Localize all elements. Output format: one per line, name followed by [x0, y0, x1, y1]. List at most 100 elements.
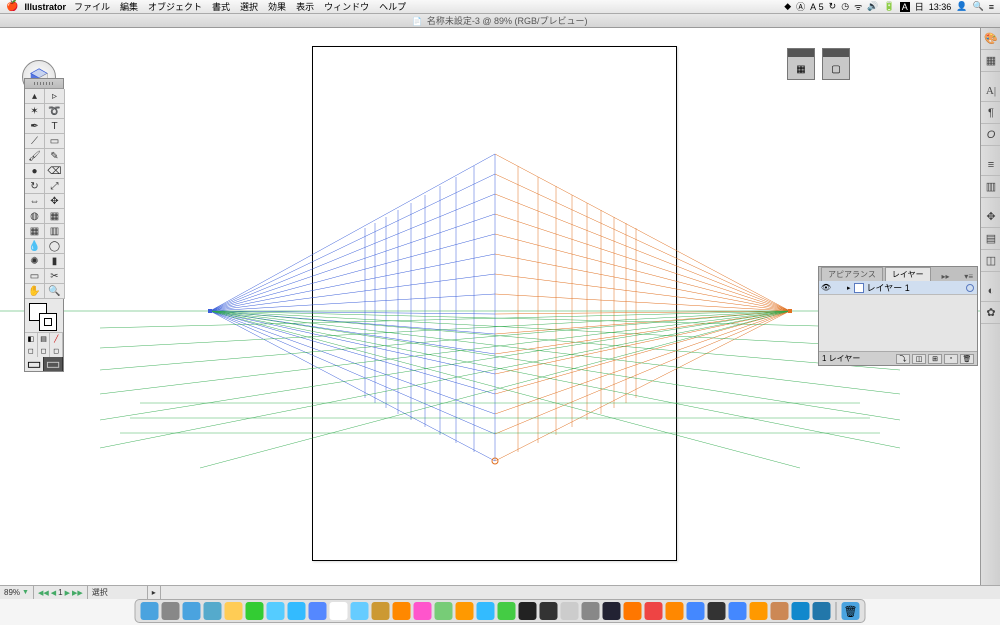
symbols-panel-icon[interactable]: ✿: [981, 302, 1000, 324]
transparency-panel-icon[interactable]: ◐: [981, 280, 1000, 302]
tool-free-transform[interactable]: ✥: [45, 194, 65, 209]
dock-mail[interactable]: [204, 602, 222, 620]
tool-direct-selection[interactable]: ▹: [45, 89, 65, 104]
dock-messages[interactable]: [477, 602, 495, 620]
dock-settings[interactable]: [582, 602, 600, 620]
panel-menu-icon[interactable]: ▾≡: [960, 272, 977, 281]
menu-object[interactable]: オブジェクト: [148, 0, 202, 13]
dock-calendar[interactable]: [330, 602, 348, 620]
clock-icon[interactable]: ◷: [841, 1, 849, 12]
dock-steam[interactable]: [603, 602, 621, 620]
tool-magic-wand[interactable]: ✶: [25, 104, 45, 119]
dock-vlc[interactable]: [624, 602, 642, 620]
tool-rectangle[interactable]: ▭: [45, 134, 65, 149]
dock-twitter[interactable]: [267, 602, 285, 620]
dock-firefox[interactable]: [666, 602, 684, 620]
visibility-icon[interactable]: 👁: [821, 283, 831, 293]
tool-selection[interactable]: ▴: [25, 89, 45, 104]
dock-photoshop[interactable]: [771, 602, 789, 620]
dock-chrome[interactable]: [645, 602, 663, 620]
artboard-nav[interactable]: ◀◀◀ 1 ▶▶▶: [34, 586, 88, 599]
screen-mode-normal-icon[interactable]: ▭: [25, 357, 44, 371]
color-mode-icon[interactable]: ◧: [25, 333, 38, 345]
status-menu-icon[interactable]: ▸: [148, 586, 161, 599]
fill-stroke-swatch[interactable]: [25, 299, 63, 333]
battery-icon[interactable]: 🔋: [884, 1, 895, 12]
screen-mode-full-icon[interactable]: ▭: [44, 357, 63, 371]
gradient-panel-icon[interactable]: ▥: [981, 176, 1000, 198]
dock-finder[interactable]: [141, 602, 159, 620]
pathfinder-panel-icon[interactable]: ◫: [981, 250, 1000, 272]
text-input-icon[interactable]: A: [900, 2, 910, 12]
stroke-panel-icon[interactable]: ≡: [981, 154, 1000, 176]
menu-view[interactable]: 表示: [296, 0, 314, 13]
panel-collapsed-2[interactable]: ▢: [822, 48, 850, 80]
stroke-swatch[interactable]: [39, 313, 57, 331]
character-panel-icon[interactable]: A|: [981, 80, 1000, 102]
tool-slice[interactable]: ✂: [45, 269, 65, 284]
menu-select[interactable]: 選択: [240, 0, 258, 13]
tool-mesh[interactable]: ▦: [25, 224, 45, 239]
user-icon[interactable]: 👤: [956, 1, 967, 12]
layer-disclosure-icon[interactable]: ▸: [847, 284, 851, 292]
tool-artboard[interactable]: ▭: [25, 269, 45, 284]
dock-launchpad[interactable]: [162, 602, 180, 620]
gradient-mode-icon[interactable]: ▤: [38, 333, 51, 345]
menu-edit[interactable]: 編集: [120, 0, 138, 13]
tool-blend[interactable]: ◯: [45, 239, 65, 254]
zoom-field[interactable]: 89%▼: [0, 586, 34, 599]
locate-object-icon[interactable]: ⤵: [896, 354, 910, 364]
dock-itunes[interactable]: [414, 602, 432, 620]
menu-extra-icon[interactable]: ◆: [784, 1, 791, 12]
dock-terminal[interactable]: [519, 602, 537, 620]
tool-gradient[interactable]: ▥: [45, 224, 65, 239]
tool-type[interactable]: T: [45, 119, 65, 134]
tool-blob-brush[interactable]: ●: [25, 164, 45, 179]
wifi-icon[interactable]: ᯤ: [854, 0, 862, 13]
tool-scale[interactable]: ⤢: [45, 179, 65, 194]
dock-maps[interactable]: [435, 602, 453, 620]
dock-word[interactable]: [792, 602, 810, 620]
dock-contacts[interactable]: [372, 602, 390, 620]
transform-panel-icon[interactable]: ✥: [981, 206, 1000, 228]
delete-layer-icon[interactable]: 🗑: [960, 354, 974, 364]
dock-textedit[interactable]: [561, 602, 579, 620]
swatches-panel-icon[interactable]: ▦: [981, 50, 1000, 72]
spotlight-icon[interactable]: 🔍: [973, 1, 984, 12]
dock-bridge[interactable]: [750, 602, 768, 620]
tool-paintbrush[interactable]: 🖌: [25, 149, 45, 164]
volume-icon[interactable]: 🔊: [867, 1, 878, 12]
notification-icon[interactable]: A 5: [810, 2, 824, 12]
new-layer-icon[interactable]: ▫: [944, 354, 958, 364]
dock-reminders[interactable]: [393, 602, 411, 620]
dock-activity[interactable]: [540, 602, 558, 620]
dock-notes[interactable]: [225, 602, 243, 620]
tab-layers[interactable]: レイヤー: [885, 267, 931, 281]
tool-eyedropper[interactable]: 💧: [25, 239, 45, 254]
tool-hand[interactable]: ✋: [25, 284, 45, 299]
tool-column-graph[interactable]: ▮: [45, 254, 65, 269]
panel-collapsed-1[interactable]: ▦: [787, 48, 815, 80]
layer-name[interactable]: レイヤー 1: [867, 281, 910, 294]
apple-menu[interactable]: 🍎: [6, 1, 18, 12]
dock-skype[interactable]: [288, 602, 306, 620]
layer-row[interactable]: 👁 ▸ レイヤー 1: [819, 281, 977, 295]
tool-symbol-sprayer[interactable]: ✺: [25, 254, 45, 269]
dock-line[interactable]: [246, 602, 264, 620]
make-clipping-mask-icon[interactable]: ◫: [912, 354, 926, 364]
tools-panel-grip[interactable]: [25, 79, 63, 89]
dock-trash[interactable]: 🗑: [842, 602, 860, 620]
notification-center-icon[interactable]: ≡: [989, 2, 994, 12]
menu-window[interactable]: ウィンドウ: [324, 0, 369, 13]
tool-lasso[interactable]: ➰: [45, 104, 65, 119]
menu-help[interactable]: ヘルプ: [379, 0, 406, 13]
sync-icon[interactable]: ↻: [829, 1, 837, 12]
menu-effect[interactable]: 効果: [268, 0, 286, 13]
tool-eraser[interactable]: ⌫: [45, 164, 65, 179]
app-name[interactable]: Illustrator: [24, 2, 66, 12]
tool-line[interactable]: ⟋: [25, 134, 45, 149]
dock-appstore[interactable]: [309, 602, 327, 620]
align-panel-icon[interactable]: ▤: [981, 228, 1000, 250]
dock-unity[interactable]: [708, 602, 726, 620]
tab-appearance[interactable]: アピアランス: [821, 267, 883, 281]
